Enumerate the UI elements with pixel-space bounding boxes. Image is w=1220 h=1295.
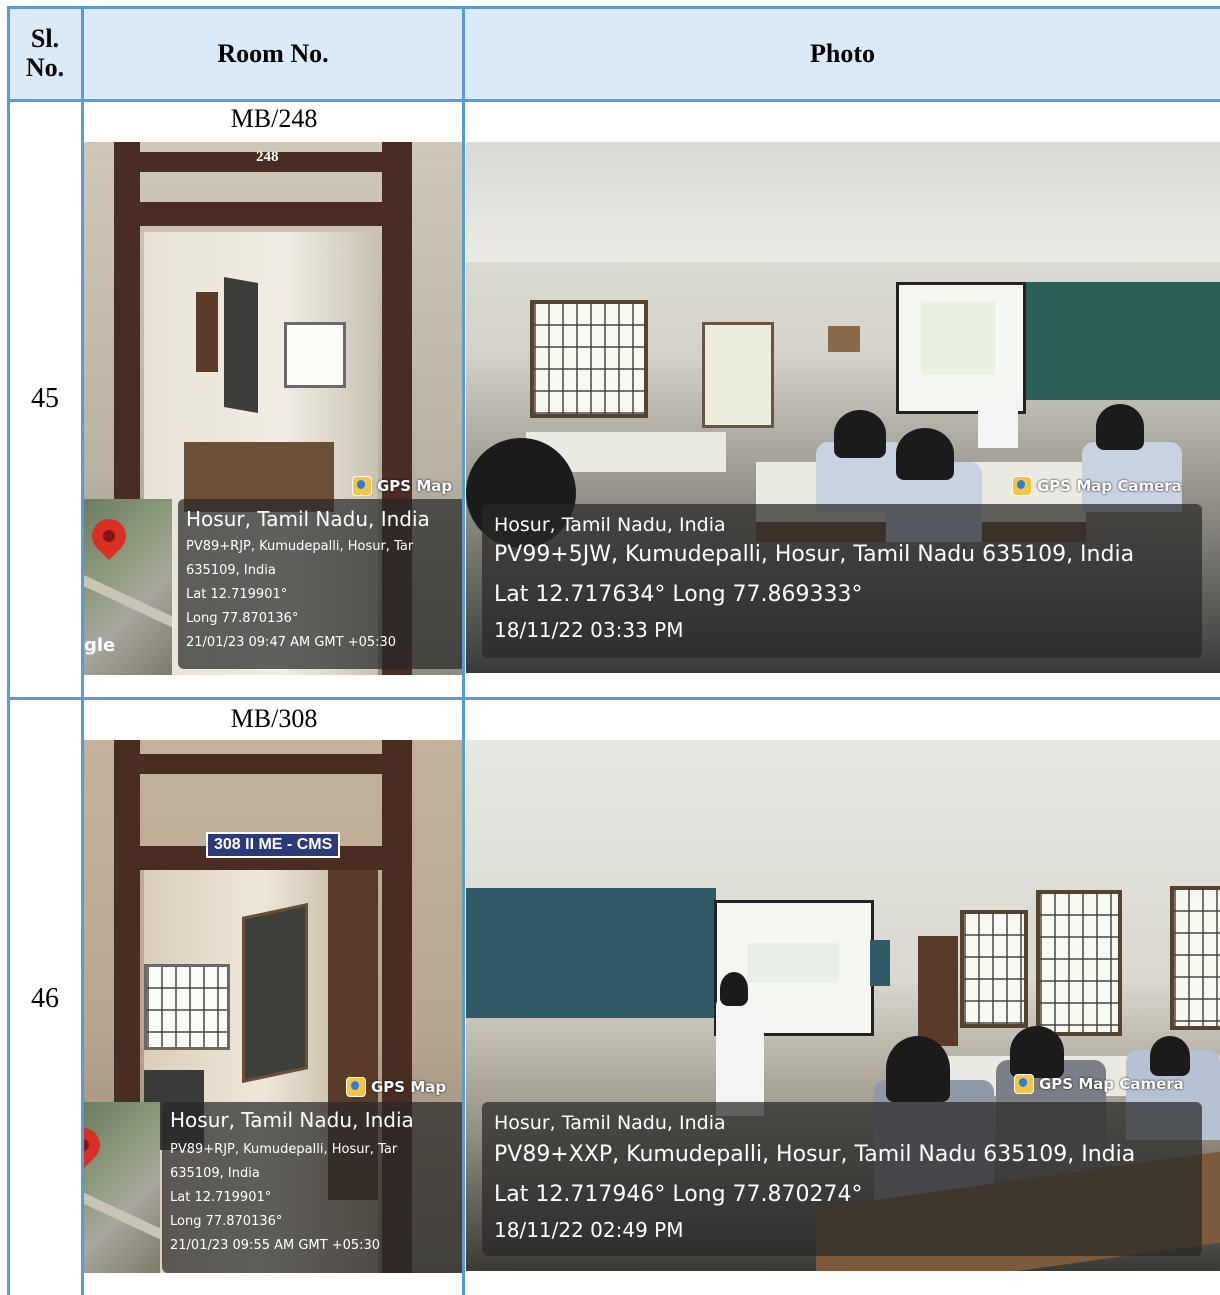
location-address-cont: 635109, India (170, 1166, 260, 1181)
header-sl-no: Sl. No. (25, 24, 65, 82)
gps-badge: GPS Map Camera (1014, 1074, 1184, 1094)
row-sl-no: 46 (31, 983, 59, 1014)
classroom-photo: GPS Map Camera Hosur, Tamil Nadu, India … (466, 740, 1220, 1271)
row-sl-no: 45 (31, 383, 59, 414)
photo-timestamp: 18/11/22 03:33 PM (494, 618, 684, 642)
teacher (978, 388, 1018, 448)
location-city: Hosur, Tamil Nadu, India (494, 1112, 726, 1134)
gps-badge: GPS Map (346, 1077, 446, 1097)
room-number: MB/308 (230, 704, 318, 733)
notice-box (196, 292, 218, 372)
photo-timestamp: 18/11/22 02:49 PM (494, 1218, 684, 1242)
header-photo: Photo (810, 38, 875, 68)
header-divider (7, 99, 1220, 102)
door-frame (114, 754, 412, 774)
location-longitude: Long 77.870136° (170, 1214, 283, 1229)
gps-overlay: Hosur, Tamil Nadu, India PV89+XXP, Kumud… (482, 1102, 1202, 1256)
projected-slide (747, 943, 839, 983)
projected-slide (921, 301, 995, 375)
blackboard (466, 888, 716, 1018)
student-head (834, 410, 886, 458)
room-photo-table: Sl. No. Room No. Photo 45 MB/248 248 GPS… (0, 0, 1220, 1295)
table-border-left (7, 6, 10, 1295)
location-latlong: Lat 12.717946° Long 77.870274° (494, 1182, 863, 1207)
header-room-no: Room No. (217, 38, 329, 68)
location-address: PV89+XXP, Kumudepalli, Hosur, Tamil Nadu… (494, 1142, 1136, 1167)
door-photo: 248 GPS Map gle Hosur, Tamil Nadu, India… (84, 142, 462, 675)
location-latitude: Lat 12.719901° (170, 1190, 272, 1205)
location-address: PV99+5JW, Kumudepalli, Hosur, Tamil Nadu… (494, 542, 1135, 567)
gps-map-camera-icon (1012, 476, 1032, 496)
door-photo: 308 II ME - CMS GPS Map Hosur, Tamil Nad… (84, 740, 462, 1273)
door-frame (114, 202, 412, 226)
gps-overlay: Hosur, Tamil Nadu, India PV89+RJP, Kumud… (178, 499, 462, 669)
gps-map-camera-icon (1014, 1074, 1034, 1094)
student-head (1150, 1036, 1190, 1076)
student-head (886, 1036, 950, 1102)
gps-badge-label: GPS Map Camera (1037, 477, 1182, 495)
gps-badge-label: GPS Map Camera (1039, 1075, 1184, 1093)
teacher-head (720, 972, 748, 1006)
gps-overlay: Hosur, Tamil Nadu, India PV99+5JW, Kumud… (482, 504, 1202, 658)
corridor-board (224, 277, 258, 413)
classroom-window (530, 300, 648, 418)
location-city: Hosur, Tamil Nadu, India (170, 1108, 414, 1132)
location-latitude: Lat 12.719901° (186, 587, 288, 602)
column-divider-2 (462, 6, 465, 1295)
row-divider (7, 697, 1220, 700)
location-city: Hosur, Tamil Nadu, India (186, 507, 430, 531)
corridor-window (284, 322, 346, 388)
student-head (896, 428, 954, 480)
location-longitude: Long 77.870136° (186, 611, 299, 626)
corridor-board (242, 902, 308, 1084)
photo-timestamp: 21/01/23 09:55 AM GMT +05:30 (170, 1238, 381, 1253)
door-number: 248 (256, 149, 279, 165)
classroom-window (1036, 890, 1122, 1036)
gps-badge-label: GPS Map (371, 1078, 447, 1096)
gps-badge-label: GPS Map (377, 477, 453, 495)
blackboard (870, 940, 890, 986)
map-attribution: gle (84, 635, 116, 656)
map-road (84, 1187, 160, 1247)
classroom-door (918, 936, 958, 1046)
map-thumbnail: gle (84, 499, 172, 675)
classroom-photo: GPS Map Camera Hosur, Tamil Nadu, India … (466, 142, 1220, 673)
location-address: PV89+RJP, Kumudepalli, Hosur, Tar (186, 539, 414, 554)
location-address: PV89+RJP, Kumudepalli, Hosur, Tar (170, 1142, 398, 1157)
corridor-window (144, 964, 230, 1050)
teacher (716, 996, 764, 1116)
gps-overlay: Hosur, Tamil Nadu, India PV89+RJP, Kumud… (162, 1102, 462, 1273)
location-address-cont: 635109, India (186, 563, 276, 578)
map-pin-icon (84, 511, 134, 561)
student-head (1096, 404, 1144, 450)
map-thumbnail (84, 1102, 160, 1273)
photo-timestamp: 21/01/23 09:47 AM GMT +05:30 (186, 635, 397, 650)
gps-map-camera-icon (352, 476, 372, 496)
room-name-plate: 308 II ME - CMS (206, 832, 341, 858)
location-latlong: Lat 12.717634° Long 77.869333° (494, 582, 863, 607)
student-head (1010, 1026, 1064, 1078)
blackboard (1020, 282, 1220, 400)
classroom-door (702, 322, 774, 428)
room-number: MB/248 (230, 104, 318, 133)
table-border-top (7, 6, 1220, 9)
location-city: Hosur, Tamil Nadu, India (494, 514, 726, 536)
gps-badge: GPS Map Camera (1012, 476, 1182, 496)
wall-panel (828, 326, 860, 352)
gps-badge: GPS Map (352, 476, 452, 496)
map-road (84, 569, 172, 639)
ceiling (466, 142, 1220, 262)
classroom-window (960, 910, 1028, 1028)
classroom-window (1170, 886, 1220, 1030)
gps-map-camera-icon (346, 1077, 366, 1097)
map-pin-icon (84, 1120, 108, 1170)
